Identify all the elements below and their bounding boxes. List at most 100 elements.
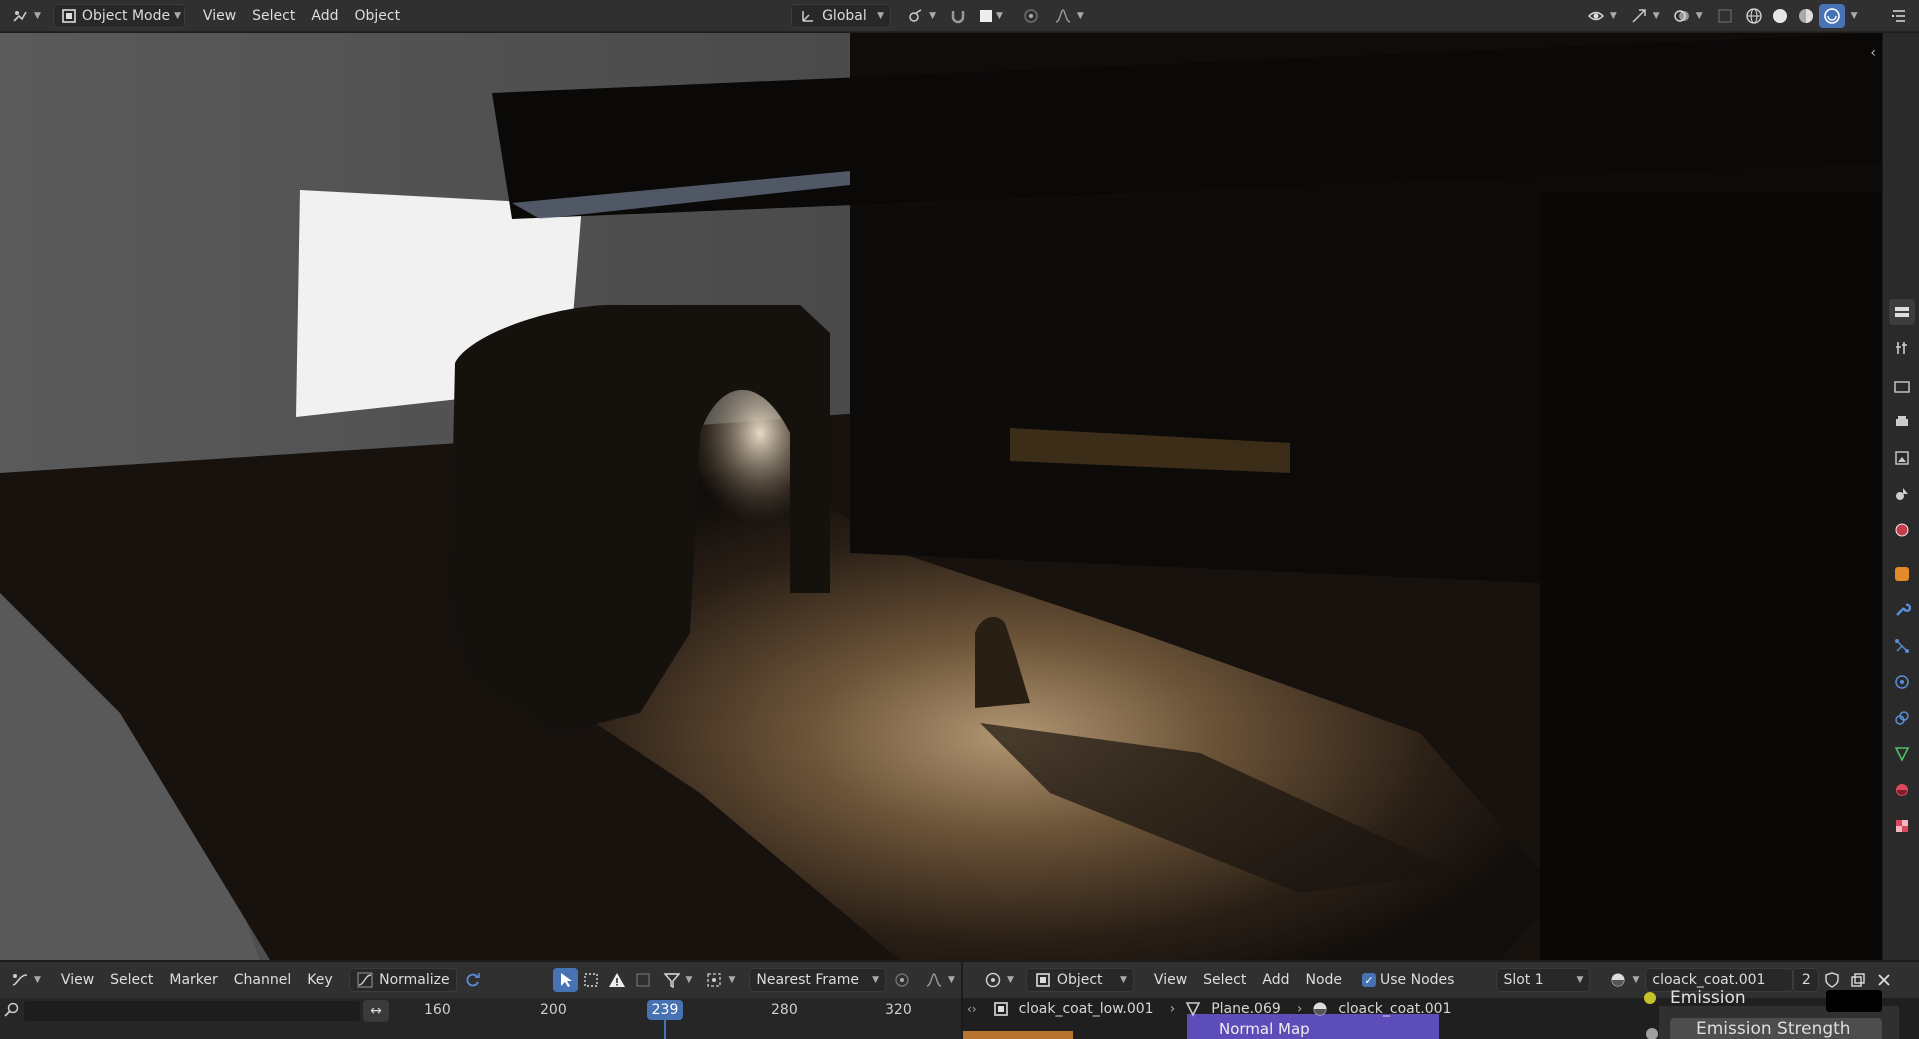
timeline-menu-select[interactable]: Select [102,968,161,992]
orientation-axes-icon [798,6,818,26]
particles-tab[interactable] [1889,633,1915,659]
slot-dropdown[interactable]: Slot 1 ▼ [1496,968,1591,992]
node-menu-select[interactable]: Select [1195,968,1254,992]
wireframe-sphere-icon [1744,6,1764,26]
only-errors-toggle[interactable] [604,968,630,992]
material-sphere-icon [1796,6,1816,26]
emission-socket-row: Emission [1644,988,1746,1008]
chevron-down-icon: ▼ [996,10,1003,21]
physics-orbit-icon [1892,672,1912,692]
shading-wireframe-button[interactable] [1741,4,1767,28]
3d-viewport[interactable]: ‹ [0,33,1882,960]
data-tab[interactable] [1889,741,1915,767]
object-mode-icon [60,6,78,26]
material-ball-icon [1892,780,1912,800]
shading-rendered-button[interactable] [1818,3,1845,28]
filter-box-toggle[interactable] [630,968,656,992]
pivot-point-dropdown[interactable]: ▼ [899,4,942,28]
breadcrumb-material[interactable]: cloack_coat.001 [1338,1001,1451,1017]
auto-normalize-toggle[interactable] [457,968,489,992]
chevron-right-icon: › [1296,1001,1303,1017]
menu-add[interactable]: Add [303,4,346,28]
menu-object[interactable]: Object [346,4,408,28]
object-tab[interactable] [1889,561,1915,587]
breadcrumb-mesh[interactable]: Plane.069 [1211,1001,1281,1017]
channel-search-field[interactable] [24,1001,360,1021]
emission-strength-field[interactable]: Emission Strength [1670,1018,1882,1039]
material-tab[interactable] [1889,777,1915,803]
chevron-down-icon: ▼ [1007,975,1014,985]
filters-dropdown[interactable]: ▼ [656,968,699,992]
normalize-toggle[interactable]: Normalize [348,968,457,992]
snap-increment-icon [980,9,992,22]
timeline-menu-marker[interactable]: Marker [161,968,225,992]
breadcrumb-object[interactable]: cloak_coat_low.001 [1019,1001,1154,1017]
color-socket-icon[interactable] [1644,992,1656,1004]
tool-tab[interactable] [1889,335,1915,361]
node-menu-add[interactable]: Add [1254,968,1297,992]
node-menu-view[interactable]: View [1146,968,1195,992]
material-browse-dropdown[interactable]: ▼ [1602,968,1645,992]
gizmo-toggle[interactable]: ▼ [1623,4,1666,28]
pivot-dropdown[interactable]: ▼ [698,968,741,992]
render-tab[interactable] [1889,373,1915,399]
use-nodes-checkbox[interactable]: ✓ Use Nodes [1356,968,1460,992]
chevron-down-icon: ▼ [1652,10,1660,21]
xray-toggle[interactable] [1709,4,1741,28]
timeline-proportional-toggle[interactable] [886,968,918,992]
constraints-tab[interactable] [1889,705,1915,731]
current-frame-indicator[interactable]: 239 [647,1000,683,1020]
overlays-toggle[interactable]: ▼ [1666,4,1709,28]
timeline-menu-key[interactable]: Key [299,968,340,992]
falloff-dropdown[interactable]: ▼ [1047,4,1090,28]
view-layer-tab[interactable] [1889,445,1915,471]
texture-tab[interactable] [1889,813,1915,839]
timeline-menu-channel[interactable]: Channel [226,968,299,992]
fake-user-toggle[interactable] [1819,968,1845,992]
modifiers-tab[interactable] [1889,597,1915,623]
timeline-falloff-dropdown[interactable]: ▼ [918,968,961,992]
scene-tab[interactable] [1889,481,1915,507]
show-hidden-toggle[interactable] [578,968,604,992]
physics-tab[interactable] [1889,669,1915,695]
proportional-edit-toggle[interactable] [1015,4,1047,28]
shield-icon [1822,970,1842,990]
menu-select[interactable]: Select [244,4,303,28]
emission-color-swatch[interactable] [1826,990,1882,1012]
snap-target-dropdown[interactable]: ▼ [974,4,1009,28]
playhead-line [664,1020,666,1039]
output-tab[interactable] [1889,409,1915,435]
mode-dropdown[interactable]: Object Mode ▼ [52,3,185,28]
timeline-area[interactable]: ↔ 160 200 239 280 320 [0,998,961,1039]
shading-solid-button[interactable] [1767,4,1793,28]
tool-settings-tab[interactable] [1889,299,1915,325]
search-icon[interactable] [4,1002,20,1022]
timeline-header: ▼ View Select Marker Channel Key Normali… [0,961,961,998]
shader-type-dropdown[interactable]: Object ▼ [1025,968,1134,992]
duplicate-material-button[interactable] [1845,968,1871,992]
unlink-material-button[interactable] [1871,968,1897,992]
texture-node-header[interactable] [963,1031,1073,1039]
swap-channels-button[interactable]: ↔ [363,1000,389,1022]
editor-type-selector[interactable]: ▼ [4,4,47,28]
timeline-editor-type-selector[interactable]: ▼ [4,968,47,992]
frame-tick: 160 [424,1002,451,1018]
node-menu-node[interactable]: Node [1297,968,1350,992]
outliner-toggle[interactable] [1883,4,1915,28]
float-socket-icon[interactable] [1646,1028,1658,1039]
timeline-menu-view[interactable]: View [53,968,102,992]
sidebar-toggle-chevron-icon[interactable]: ‹ [1870,45,1876,61]
shading-material-button[interactable] [1793,4,1819,28]
shading-options-dropdown[interactable]: ▼ [1845,4,1864,28]
transform-orientation-dropdown[interactable]: Global ▼ [791,3,892,28]
user-count-button[interactable]: 2 [1793,968,1820,992]
snap-mode-dropdown[interactable]: Nearest Frame ▼ [749,968,887,992]
constraint-icon [1892,708,1912,728]
menu-view[interactable]: View [195,4,244,28]
world-tab[interactable] [1889,517,1915,543]
chevron-down-icon: ▼ [948,975,955,985]
visibility-dropdown[interactable]: ▼ [1580,4,1623,28]
snap-toggle[interactable] [942,4,974,28]
node-editor-type-selector[interactable]: ▼ [977,968,1020,992]
only-selected-toggle[interactable] [552,968,579,992]
